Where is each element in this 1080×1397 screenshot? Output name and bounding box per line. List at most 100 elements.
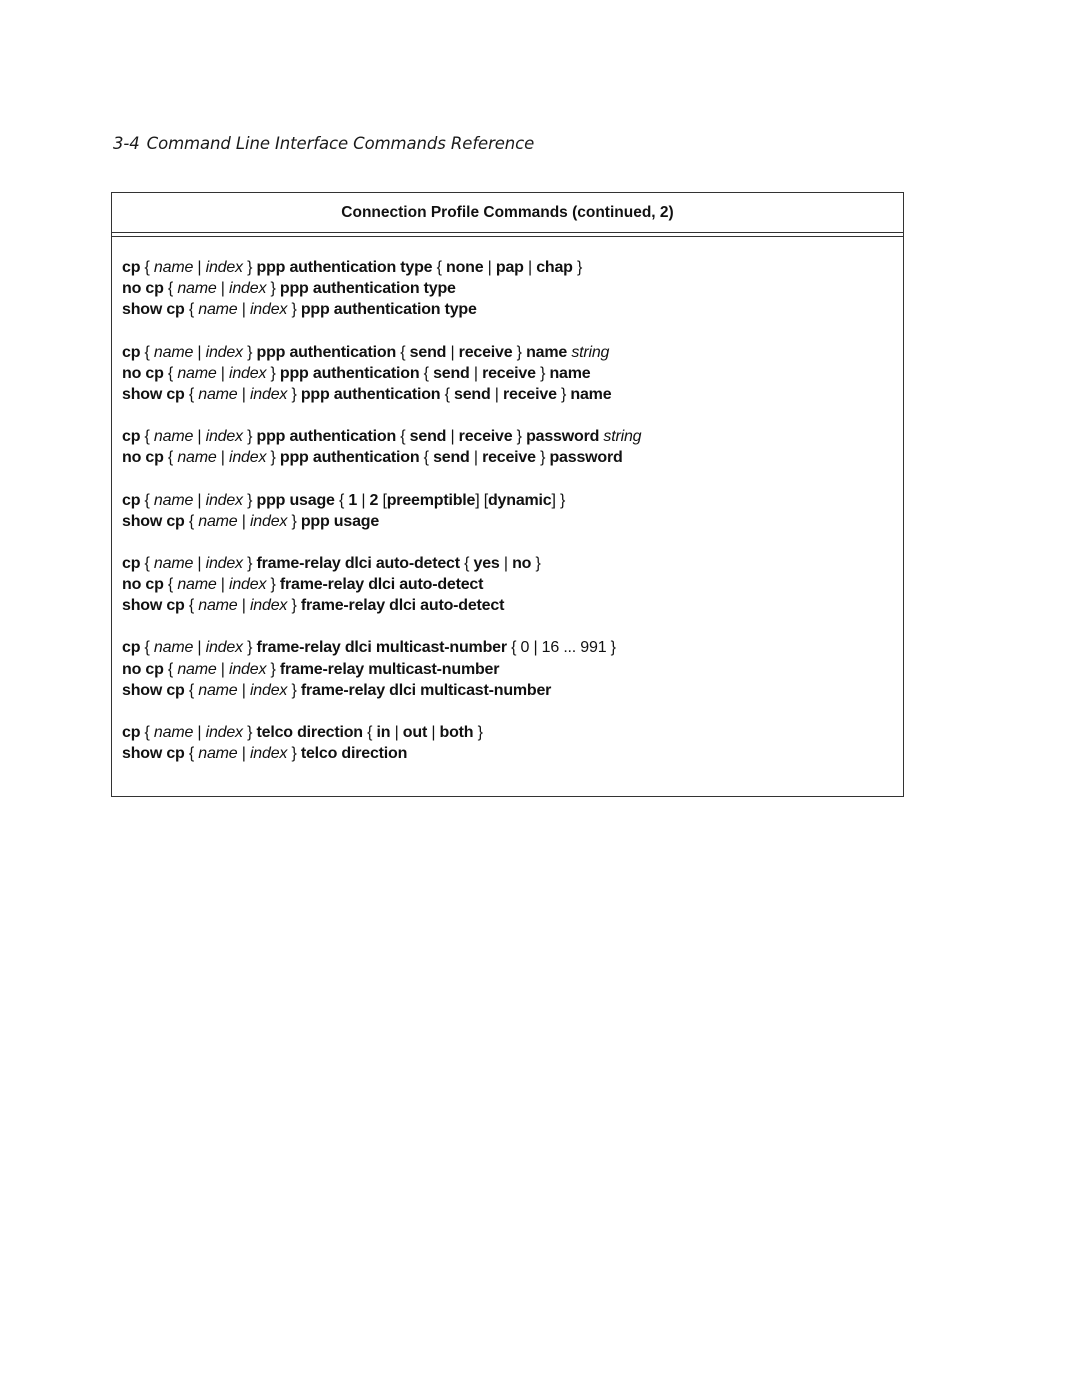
command-syntax: | (237, 745, 250, 763)
command-parameter: index (229, 576, 267, 594)
command-keyword: show cp (122, 745, 185, 763)
command-group: cp { name | index } frame-relay dlci aut… (122, 553, 903, 617)
command-keyword: send (409, 343, 447, 361)
command-line: cp { name | index } frame-relay dlci mul… (122, 637, 903, 658)
command-line: show cp { name | index } ppp authenticat… (122, 299, 903, 320)
command-line: no cp { name | index } ppp authenticatio… (122, 363, 903, 384)
command-keyword: no cp (122, 280, 164, 298)
command-line: cp { name | index } frame-relay dlci aut… (122, 553, 903, 574)
command-keyword: telco direction (300, 745, 408, 763)
command-syntax: } (535, 364, 550, 382)
command-syntax: ] [ (475, 491, 488, 509)
command-keyword: ppp authentication type (256, 259, 433, 276)
command-syntax: } (287, 385, 301, 403)
command-syntax: } (266, 364, 280, 382)
command-parameter: name (153, 428, 194, 446)
command-syntax: | (193, 428, 206, 446)
page-number: 3-4 (113, 134, 140, 153)
command-syntax: { 0 | 16 ... 991 } (506, 639, 616, 657)
command-keyword: show cp (122, 385, 185, 403)
command-syntax: } (512, 343, 527, 361)
command-syntax: | (446, 428, 459, 446)
command-syntax: { (334, 491, 349, 509)
command-keyword: both (439, 724, 474, 741)
command-syntax: } (287, 745, 301, 763)
command-parameter: name (198, 512, 238, 530)
command-parameter: name (177, 364, 217, 382)
command-parameter: index (229, 660, 267, 678)
command-keyword: 2 (369, 491, 379, 509)
command-parameter: index (249, 512, 288, 530)
command-keyword: send (433, 364, 470, 382)
page-header: 3-4 Command Line Interface Commands Refer… (113, 134, 534, 153)
command-syntax: } (531, 554, 541, 572)
command-syntax: { (140, 724, 154, 741)
command-syntax: } (287, 301, 301, 319)
command-syntax: } (242, 639, 257, 657)
command-syntax: | (483, 259, 496, 276)
command-syntax: } (242, 724, 257, 741)
command-keyword: name (570, 385, 612, 403)
command-syntax: { (432, 259, 447, 276)
command-parameter: name (177, 576, 217, 594)
command-syntax: | (490, 385, 503, 403)
command-group: cp { name | index } ppp authentication {… (122, 426, 903, 468)
command-syntax: | (193, 491, 206, 509)
command-syntax: { (396, 428, 410, 446)
command-parameter: string (603, 428, 642, 446)
command-syntax: { (140, 639, 154, 657)
command-line: cp { name | index } ppp authentication t… (122, 257, 903, 278)
command-parameter: index (205, 259, 243, 276)
command-parameter: name (153, 724, 194, 741)
command-keyword: cp (122, 491, 141, 509)
command-syntax: } (242, 554, 257, 572)
command-syntax: } (287, 512, 301, 530)
command-syntax: | (216, 364, 229, 382)
command-keyword: none (446, 259, 484, 276)
command-keyword: frame-relay dlci auto-detect (256, 554, 461, 572)
command-line: cp { name | index } ppp usage { 1 | 2 [p… (122, 490, 903, 511)
command-group: cp { name | index } telco direction { in… (122, 722, 903, 764)
command-line: no cp { name | index } ppp authenticatio… (122, 447, 903, 468)
command-parameter: name (153, 259, 194, 276)
command-parameter: name (177, 449, 217, 467)
command-parameter: index (205, 491, 243, 509)
command-keyword: preemptible (386, 491, 476, 509)
command-syntax: } (287, 597, 301, 615)
command-group: cp { name | index } ppp authentication {… (122, 342, 903, 406)
command-syntax: | (390, 724, 403, 741)
command-syntax: { (163, 660, 178, 678)
command-syntax: | (523, 259, 537, 276)
command-keyword: cp (122, 343, 141, 361)
command-parameter: index (249, 301, 288, 319)
command-syntax: } (287, 681, 301, 699)
command-parameter: index (229, 449, 267, 467)
command-syntax: { (184, 385, 199, 403)
command-keyword: cp (122, 259, 141, 276)
command-syntax: | (193, 343, 206, 361)
command-keyword: in (376, 724, 391, 741)
command-keyword: cp (122, 428, 141, 446)
command-keyword: no (512, 554, 532, 572)
command-syntax: | (216, 576, 229, 594)
command-keyword: pap (495, 259, 524, 276)
command-keyword: show cp (122, 512, 185, 530)
command-syntax: { (163, 364, 178, 382)
command-syntax: { (184, 301, 199, 319)
command-syntax: | (237, 681, 250, 699)
command-syntax: } (266, 660, 280, 678)
command-syntax: | (237, 301, 250, 319)
command-parameter: name (153, 639, 194, 657)
command-line: no cp { name | index } frame-relay multi… (122, 659, 903, 680)
command-keyword: no cp (122, 576, 164, 594)
command-keyword: no cp (122, 449, 164, 467)
command-keyword: password (549, 449, 623, 467)
command-line: no cp { name | index } ppp authenticatio… (122, 278, 903, 299)
command-syntax: { (184, 597, 199, 615)
command-keyword: ppp usage (256, 491, 335, 509)
command-syntax: { (184, 512, 199, 530)
command-keyword: receive (503, 385, 557, 403)
command-keyword: frame-relay dlci auto-detect (279, 576, 484, 594)
command-line: show cp { name | index } telco direction (122, 743, 903, 764)
command-syntax: | (499, 554, 513, 572)
